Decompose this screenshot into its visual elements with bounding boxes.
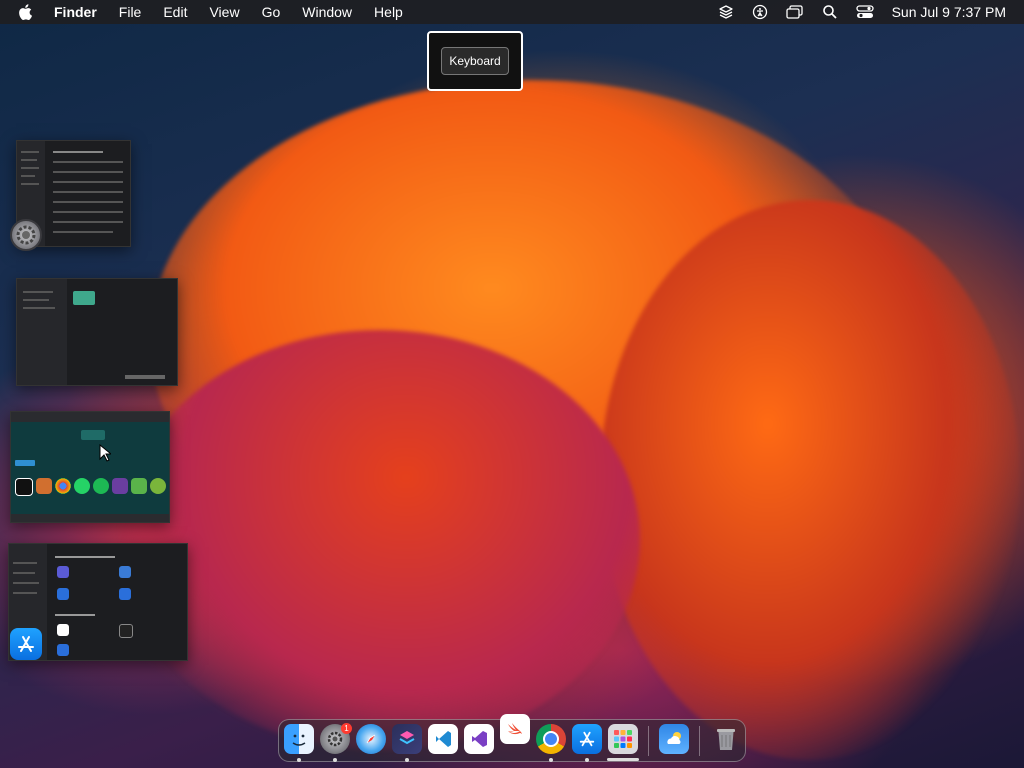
menu-view[interactable]: View [209, 4, 239, 20]
launchpad-indicator [607, 758, 639, 761]
control-center-icon[interactable] [855, 4, 874, 20]
safari-icon[interactable] [356, 724, 386, 754]
dock: 1 [278, 714, 746, 762]
wallpaper-wave [600, 200, 1020, 760]
apple-menu-icon[interactable] [18, 4, 36, 20]
visual-studio-icon[interactable] [464, 724, 494, 754]
layers-icon[interactable] [718, 4, 734, 20]
menu-bar: Finder File Edit View Go Window Help Sun… [0, 0, 1024, 24]
dock-separator [699, 726, 700, 756]
search-icon[interactable] [822, 4, 838, 20]
app-store-icon[interactable] [10, 628, 42, 660]
weather-icon[interactable] [659, 724, 689, 754]
stage-window-dark-app[interactable] [16, 278, 178, 386]
menu-file[interactable]: File [119, 4, 142, 20]
keyboard-label: Keyboard [441, 47, 509, 75]
vscode-icon[interactable] [428, 724, 458, 754]
menu-edit[interactable]: Edit [163, 4, 187, 20]
system-settings-icon[interactable] [10, 219, 42, 251]
stage-window-browser[interactable] [10, 411, 170, 523]
running-indicator [405, 758, 409, 762]
swift-playgrounds-icon[interactable] [500, 714, 530, 744]
app-store-dock-icon[interactable] [572, 724, 602, 754]
dock-separator [648, 726, 649, 756]
running-indicator [549, 758, 553, 762]
wallpaper-wave [120, 330, 640, 750]
app-menu-finder[interactable]: Finder [54, 4, 97, 20]
menu-window[interactable]: Window [302, 4, 352, 20]
trash-icon[interactable] [711, 724, 741, 754]
mouse-cursor [99, 443, 113, 467]
finder-icon[interactable] [284, 724, 314, 754]
shortcuts-icon[interactable] [392, 724, 422, 754]
menu-go[interactable]: Go [262, 4, 281, 20]
running-indicator [297, 758, 301, 762]
running-indicator [585, 758, 589, 762]
menu-help[interactable]: Help [374, 4, 403, 20]
chrome-icon[interactable] [536, 724, 566, 754]
display-icon[interactable] [785, 4, 804, 20]
accessibility-icon[interactable] [752, 4, 768, 20]
clock[interactable]: Sun Jul 9 7:37 PM [892, 4, 1006, 20]
keyboard-hud: Keyboard [427, 31, 523, 91]
notification-badge: 1 [341, 723, 352, 734]
running-indicator [333, 758, 337, 762]
launchpad-icon[interactable] [608, 724, 638, 754]
